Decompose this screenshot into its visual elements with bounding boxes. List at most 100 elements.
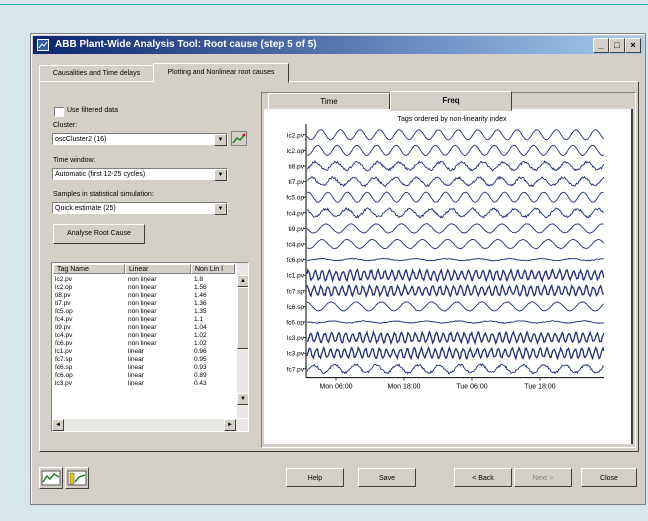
cell-nonlin: 0.96 — [194, 348, 207, 355]
tab-causalities[interactable]: Causalities and Time delays — [39, 65, 154, 82]
tab-time[interactable]: Time — [268, 93, 390, 110]
chevron-down-icon[interactable]: ▼ — [214, 169, 227, 181]
table-row[interactable]: ti9.pv non linear 1.04 — [52, 324, 232, 332]
series-line — [306, 159, 605, 172]
cell-linear: non linear — [128, 332, 157, 339]
table-row[interactable]: ti7.pv non linear 1.36 — [52, 300, 232, 308]
series-label: ti8.pv — [288, 164, 304, 171]
table-row[interactable]: lc2.op non linear 1.56 — [52, 284, 232, 292]
series-label: fc6.sp — [287, 304, 305, 311]
cell-linear: linear — [128, 356, 144, 363]
bar-view-icon[interactable] — [65, 467, 89, 489]
chart-container: Tags ordered by non-linearity index lc2.p… — [264, 109, 633, 444]
series-label: fc7.sp — [287, 288, 305, 295]
time-window-value: Automatic (first 12-25 cycles) — [55, 171, 146, 178]
help-button[interactable]: Help — [286, 468, 344, 487]
series-line — [306, 175, 605, 188]
analyse-root-cause-button[interactable]: Analyse Root Cause — [53, 224, 145, 244]
samples-select[interactable]: Quick estimate (25) ▼ — [52, 202, 228, 215]
series-line — [306, 329, 605, 346]
table-row[interactable]: fc4.pv non linear 1.1 — [52, 316, 232, 324]
x-tick-label: Mon 18:00 — [387, 384, 420, 391]
cell-linear: non linear — [128, 276, 157, 283]
series-label: lc3.pv — [287, 351, 305, 358]
cell-nonlin: 1.35 — [194, 308, 207, 315]
tags-chart: Tags ordered by non-linearity index lc2.p… — [286, 116, 605, 391]
minimize-button[interactable]: _ — [593, 38, 609, 53]
scroll-right-icon[interactable]: ► — [224, 419, 236, 431]
series-label: lc1.pv — [287, 273, 305, 280]
table-row[interactable]: fc6.pv non linear 1.02 — [52, 340, 232, 348]
x-tick-label: Tue 06:00 — [456, 384, 487, 391]
use-filtered-checkbox[interactable] — [54, 107, 64, 117]
series-line — [306, 129, 605, 141]
app-icon — [37, 39, 49, 51]
maximize-button[interactable]: □ — [609, 38, 625, 53]
table-row[interactable]: fc6.sp linear 0.93 — [52, 364, 232, 372]
back-button[interactable]: < Back — [454, 468, 512, 487]
table-row[interactable]: fc6.op linear 0.89 — [52, 372, 232, 380]
top-accent-line — [0, 4, 648, 5]
cell-tag-name: ti9.pv — [55, 324, 71, 331]
series-line — [306, 320, 605, 324]
cell-tag-name: fc5.op — [55, 308, 73, 315]
cell-linear: non linear — [128, 292, 157, 299]
series-line — [306, 144, 605, 157]
close-button[interactable]: Close — [581, 468, 637, 487]
column-header-linear[interactable]: Linear — [125, 264, 191, 274]
table-row[interactable]: fc7.sp linear 0.95 — [52, 356, 232, 364]
scroll-left-icon[interactable]: ◄ — [52, 419, 64, 431]
cell-nonlin: 0.89 — [194, 372, 207, 379]
table-row[interactable]: lc3.pv linear 0.43 — [52, 380, 232, 388]
table-row[interactable]: lc1.pv linear 0.96 — [52, 348, 232, 356]
table-row[interactable]: ti8.pv non linear 1.46 — [52, 292, 232, 300]
table-row[interactable]: lc2.pv non linear 1.8 — [52, 276, 232, 284]
chevron-down-icon[interactable]: ▼ — [214, 134, 227, 146]
series-line — [306, 207, 604, 219]
cell-linear: non linear — [128, 316, 157, 323]
cell-linear: linear — [128, 372, 144, 379]
column-header-nonlin[interactable]: Non Lin I — [191, 264, 235, 274]
cell-nonlin: 1.02 — [194, 340, 207, 347]
bar-chart-icon — [67, 470, 87, 486]
series-line — [306, 363, 605, 375]
series-line — [306, 223, 604, 234]
vertical-scrollbar[interactable]: ▲ ▼ — [237, 263, 248, 418]
time-window-label: Time window: — [53, 157, 96, 164]
cell-nonlin: 0.43 — [194, 380, 207, 387]
title-bar[interactable]: ABB Plant-Wide Analysis Tool: Root cause… — [33, 36, 643, 54]
tab-freq[interactable]: Freq — [390, 91, 512, 111]
chevron-down-icon[interactable]: ▼ — [214, 203, 227, 215]
cell-nonlin: 1.1 — [194, 316, 204, 323]
scroll-up-icon[interactable]: ▲ — [237, 275, 248, 287]
trend-view-icon[interactable] — [39, 467, 63, 489]
close-window-button[interactable]: × — [625, 38, 641, 53]
time-window-select[interactable]: Automatic (first 12-25 cycles) ▼ — [52, 168, 228, 181]
table-row[interactable]: tc4.pv non linear 1.02 — [52, 332, 232, 340]
cell-nonlin: 1.36 — [194, 300, 207, 307]
series-label: fc6.pv — [287, 257, 305, 264]
next-button[interactable]: Next > — [514, 468, 572, 487]
series-label: fc4.pv — [287, 210, 305, 217]
series-label: ti7.pv — [288, 179, 304, 186]
cell-linear: linear — [128, 364, 144, 371]
use-filtered-label: Use filtered data — [67, 107, 118, 114]
cluster-label: Cluster: — [53, 122, 78, 129]
window-title: ABB Plant-Wide Analysis Tool: Root cause… — [55, 39, 317, 50]
chart-title: Tags ordered by non-linearity index — [398, 116, 507, 123]
cell-nonlin: 0.95 — [194, 356, 207, 363]
plot-cluster-icon[interactable] — [231, 131, 247, 146]
cell-linear: non linear — [128, 324, 157, 331]
save-button[interactable]: Save — [358, 468, 416, 487]
scroll-down-icon[interactable]: ▼ — [237, 393, 248, 405]
plot-area: Time Freq Tags ordered by non-linearity … — [261, 91, 636, 448]
cell-tag-name: fc4.pv — [55, 316, 73, 323]
cluster-select[interactable]: oscCluster2 (16) ▼ — [52, 133, 228, 146]
column-header-tag-name[interactable]: Tag Name — [53, 264, 125, 274]
tab-plotting[interactable]: Plotting and Nonlinear root causes — [153, 63, 289, 83]
table-row[interactable]: fc5.op non linear 1.35 — [52, 308, 232, 316]
horizontal-scrollbar[interactable]: ◄ ► — [52, 419, 248, 431]
scroll-thumb[interactable] — [237, 287, 248, 349]
series-line — [306, 301, 604, 312]
series-line — [306, 345, 605, 361]
